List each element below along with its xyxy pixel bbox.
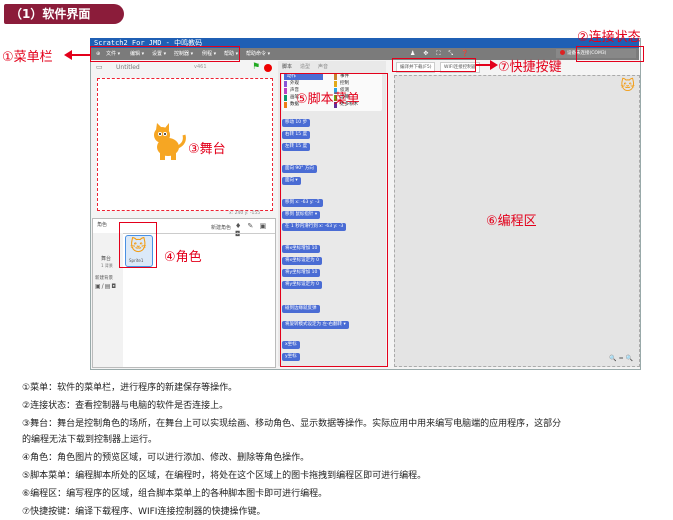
- status-dot-icon: [560, 50, 565, 55]
- quickkeys-highlight: [392, 58, 476, 72]
- label-quickkeys: ⑦快捷按键: [498, 60, 562, 75]
- menu-help-commands[interactable]: 帮助命令 ▾: [246, 49, 270, 59]
- version-label: v461: [194, 64, 207, 70]
- label-script: ⑥编程区: [486, 214, 537, 229]
- tab-sounds[interactable]: 声音: [318, 63, 328, 70]
- stop-icon[interactable]: [264, 64, 272, 72]
- green-flag-icon[interactable]: ⚑: [252, 62, 260, 72]
- menubar-highlight: [90, 46, 240, 62]
- tab-costumes[interactable]: 造型: [300, 63, 310, 70]
- section-title: （1）软件界面: [4, 4, 124, 24]
- description-3b: 的编程无法下载到控制器上运行。: [22, 435, 158, 445]
- backdrop-tools-icon[interactable]: ▣/▤◘: [95, 283, 117, 290]
- description-1: ①菜单：软件的菜单栏，进行程序的新建保存等操作。: [22, 383, 238, 393]
- label-connection: ②连接状态: [577, 30, 641, 45]
- coords-readout: x: 240 y: -155: [229, 211, 261, 216]
- description-2: ②连接状态：查看控制器与电脑的软件是否连接上。: [22, 401, 229, 411]
- description-4: ④角色：角色图片的预览区域，可以进行添加、修改、删除等角色操作。: [22, 453, 310, 463]
- sprite-header-label: 角色: [97, 222, 108, 228]
- new-backdrop-label: 新建背景: [95, 276, 113, 281]
- label-blocks: ⑤脚本菜单: [296, 92, 360, 107]
- description-3: ③舞台：舞台是控制角色的场所，在舞台上可以实现绘画、移动角色、显示数据等操作。实…: [22, 419, 562, 429]
- description-6: ⑥编程区：编写程序的区域，组合脚本菜单上的各种脚本图卡即可进行编程。: [22, 489, 328, 499]
- description-5: ⑤脚本菜单：编程脚本所处的区域，在编程时，将处在这个区域上的图卡拖拽到编程区即可…: [22, 471, 427, 481]
- arrow-line: [70, 54, 90, 56]
- stage-label[interactable]: 舞台: [101, 255, 111, 262]
- cat-sprite-icon[interactable]: [148, 123, 188, 161]
- label-sprite: ④角色: [164, 250, 202, 265]
- arrow-right-icon: [490, 60, 498, 70]
- stage[interactable]: [97, 78, 273, 211]
- project-name[interactable]: Untitled: [116, 64, 140, 71]
- tab-scripts[interactable]: 脚本: [282, 63, 292, 70]
- connection-highlight: [576, 46, 644, 62]
- new-sprite-label: 新建角色: [211, 225, 232, 231]
- stage-header: ▭ Untitled v461 ⚑: [92, 61, 272, 75]
- stage-layout-icon[interactable]: ▭: [96, 63, 103, 71]
- sprite-highlight: [119, 222, 157, 268]
- sprite-tools-icon[interactable]: ♦ ✎ ▣ ◘: [235, 222, 275, 238]
- label-stage: ③舞台: [188, 142, 226, 157]
- zoom-controls[interactable]: 🔍 = 🔍: [609, 355, 633, 362]
- cat-corner-icon: 🐱: [620, 78, 635, 94]
- blocks-highlight: [280, 73, 388, 367]
- backdrop-count: 1 背景: [101, 263, 113, 268]
- label-menubar: ①菜单栏: [2, 50, 53, 65]
- description-7: ⑦快捷按键：编译下载程序、WIFI连接控制器的快捷操作键。: [22, 507, 266, 517]
